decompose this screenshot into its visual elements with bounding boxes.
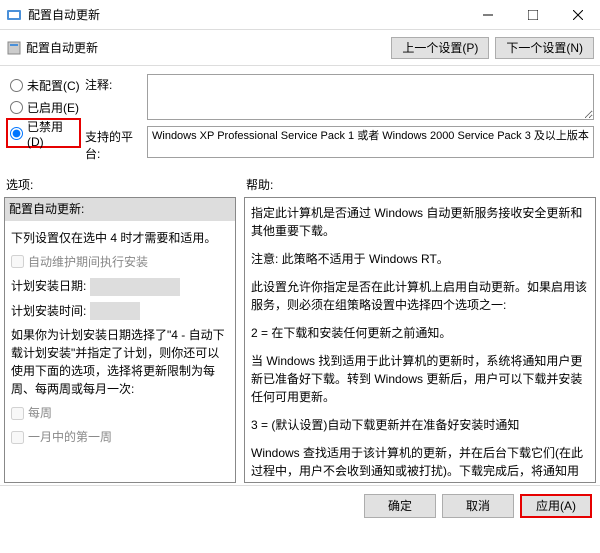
options-title: 配置自动更新: <box>5 198 235 221</box>
previous-setting-button[interactable]: 上一个设置(P) <box>391 37 489 59</box>
help-p6: 3 = (默认设置)自动下载更新并在准备好安装时通知 <box>251 416 589 434</box>
help-pane: 指定此计算机是否通过 Windows 自动更新服务接收安全更新和其他重要下载。 … <box>244 197 596 483</box>
state-radios: 未配置(C) 已启用(E) 已禁用(D) <box>0 66 85 172</box>
help-header: 帮助: <box>240 176 600 193</box>
ok-button[interactable]: 确定 <box>364 494 436 518</box>
app-icon <box>6 7 22 23</box>
comment-label: 注释: <box>85 74 147 120</box>
options-pane: 配置自动更新: 下列设置仅在选中 4 时才需要和适用。 自动维护期间执行安装 计… <box>4 197 236 483</box>
install-day-row: 计划安装日期: <box>11 277 229 296</box>
next-setting-button[interactable]: 下一个设置(N) <box>495 37 594 59</box>
maximize-button[interactable] <box>510 0 555 30</box>
policy-icon <box>6 40 22 56</box>
upper-panel: 未配置(C) 已启用(E) 已禁用(D) 注释: 支持的平台: Windows … <box>0 66 600 172</box>
disabled-highlight: 已禁用(D) <box>6 118 81 148</box>
help-p4: 2 = 在下载和安装任何更新之前通知。 <box>251 324 589 342</box>
radio-not-configured[interactable]: 未配置(C) <box>10 74 81 96</box>
close-button[interactable] <box>555 0 600 30</box>
help-p2: 注意: 此策略不适用于 Windows RT。 <box>251 250 589 268</box>
help-p5: 当 Windows 找到适用于此计算机的更新时，系统将通知用户更新已准备好下载。… <box>251 352 589 406</box>
help-p1: 指定此计算机是否通过 Windows 自动更新服务接收安全更新和其他重要下载。 <box>251 204 589 240</box>
help-p3: 此设置允许你指定是否在此计算机上启用自动更新。如果启用该服务，则必须在组策略设置… <box>251 278 589 314</box>
check-auto-maintenance[interactable]: 自动维护期间执行安装 <box>11 253 229 271</box>
minimize-button[interactable] <box>465 0 510 30</box>
footer: 确定 取消 应用(A) <box>0 485 600 525</box>
apply-button[interactable]: 应用(A) <box>520 494 592 518</box>
lower-headers: 选项: 帮助: <box>0 172 600 195</box>
supported-platform-text: Windows XP Professional Service Pack 1 或… <box>147 126 594 158</box>
policy-title: 配置自动更新 <box>22 39 385 56</box>
options-header: 选项: <box>0 176 240 193</box>
options-text-1: 下列设置仅在选中 4 时才需要和适用。 <box>11 229 229 247</box>
titlebar: 配置自动更新 <box>0 0 600 30</box>
lower-panel: 配置自动更新: 下列设置仅在选中 4 时才需要和适用。 自动维护期间执行安装 计… <box>0 195 600 485</box>
check-first-week[interactable]: 一月中的第一周 <box>11 428 229 446</box>
install-time-row: 计划安装时间: <box>11 302 229 321</box>
help-p7: Windows 查找适用于该计算机的更新，并在后台下载它们(在此过程中，用户不会… <box>251 444 589 483</box>
platform-label: 支持的平台: <box>85 126 147 162</box>
options-text-2: 如果你为计划安装日期选择了"4 - 自动下载计划安装"并指定了计划，则你还可以使… <box>11 326 229 398</box>
radio-disabled[interactable]: 已禁用(D) <box>10 122 77 144</box>
comment-input[interactable] <box>147 74 594 120</box>
cancel-button[interactable]: 取消 <box>442 494 514 518</box>
radio-enabled[interactable]: 已启用(E) <box>10 96 81 118</box>
check-weekly[interactable]: 每周 <box>11 404 229 422</box>
subheader: 配置自动更新 上一个设置(P) 下一个设置(N) <box>0 30 600 66</box>
window-title: 配置自动更新 <box>28 6 465 23</box>
